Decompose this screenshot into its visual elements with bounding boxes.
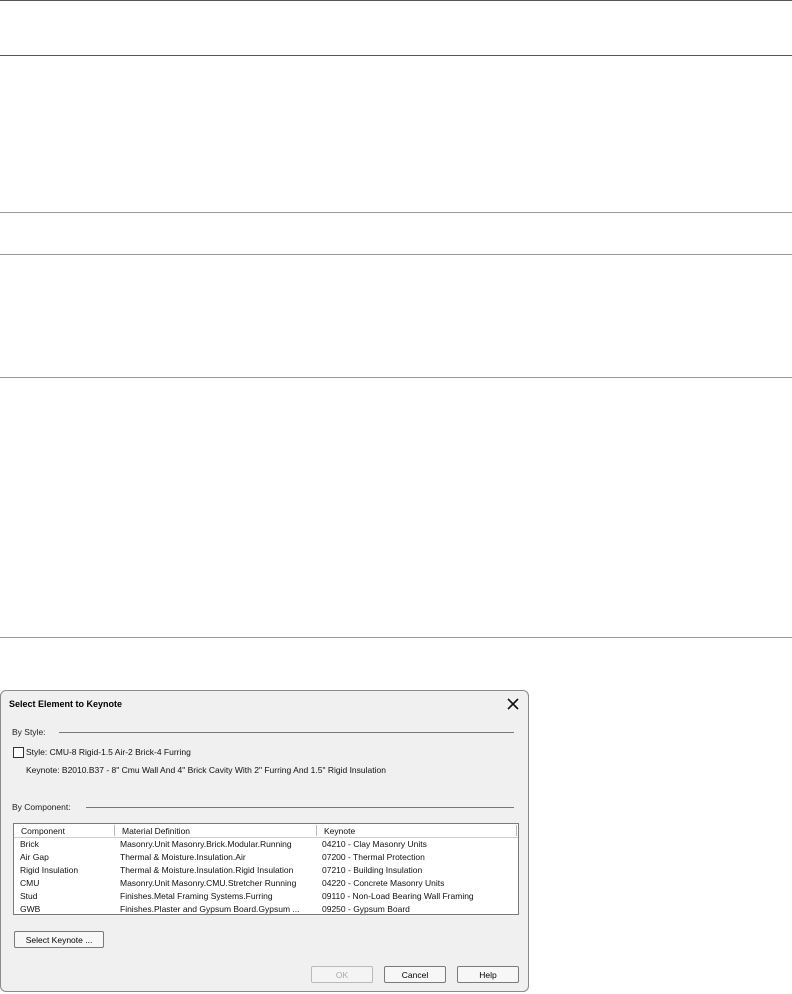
cell-keynote: 04210 - Clay Masonry Units — [322, 839, 427, 849]
cell-component: Stud — [20, 891, 38, 901]
cell-material: Finishes.Metal Framing Systems.Furring — [120, 891, 273, 901]
style-checkbox[interactable] — [13, 747, 24, 758]
close-icon — [507, 698, 519, 710]
cell-material: Thermal & Moisture.Insulation.Rigid Insu… — [120, 865, 294, 875]
cancel-button[interactable]: Cancel — [384, 966, 446, 983]
cell-component: Rigid Insulation — [20, 865, 79, 875]
divider-line — [0, 254, 792, 255]
cell-material: Masonry.Unit Masonry.Brick.Modular.Runni… — [120, 839, 292, 849]
column-separator[interactable] — [516, 825, 517, 836]
cell-component: GWB — [20, 904, 41, 914]
cell-component: Air Gap — [20, 852, 49, 862]
by-component-rule — [86, 807, 514, 808]
column-header-keynote[interactable]: Keynote — [324, 826, 355, 836]
cell-component: CMU — [20, 878, 40, 888]
divider-line — [0, 377, 792, 378]
cell-material: Masonry.Unit Masonry.CMU.Stretcher Runni… — [120, 878, 297, 888]
cell-component: Brick — [20, 839, 39, 849]
select-keynote-button[interactable]: Select Keynote ... — [14, 931, 104, 948]
ok-button[interactable]: OK — [311, 966, 373, 983]
column-separator[interactable] — [114, 825, 115, 836]
divider-line — [0, 55, 792, 56]
table-row[interactable]: Air Gap Thermal & Moisture.Insulation.Ai… — [14, 851, 518, 864]
cell-material: Finishes.Plaster and Gypsum Board.Gypsum… — [120, 904, 300, 914]
divider-line — [0, 0, 792, 1]
close-button[interactable] — [503, 695, 523, 713]
column-header-component[interactable]: Component — [21, 826, 65, 836]
cell-material: Thermal & Moisture.Insulation.Air — [120, 852, 246, 862]
column-separator[interactable] — [316, 825, 317, 836]
divider-line — [0, 637, 792, 638]
table-row[interactable]: CMU Masonry.Unit Masonry.CMU.Stretcher R… — [14, 877, 518, 890]
by-style-label: By Style: — [12, 727, 46, 737]
by-component-label: By Component: — [12, 802, 71, 812]
component-table[interactable]: Component Material Definition Keynote Br… — [13, 823, 519, 915]
cell-keynote: 09250 - Gypsum Board — [322, 904, 410, 914]
cell-keynote: 09110 - Non-Load Bearing Wall Framing — [322, 891, 474, 901]
style-keynote-text: Keynote: B2010.B37 - 8" Cmu Wall And 4" … — [26, 765, 386, 775]
table-row[interactable]: Brick Masonry.Unit Masonry.Brick.Modular… — [14, 838, 518, 851]
cell-keynote: 04220 - Concrete Masonry Units — [322, 878, 445, 888]
divider-line — [0, 212, 792, 213]
cell-keynote: 07210 - Building Insulation — [322, 865, 423, 875]
help-button[interactable]: Help — [457, 966, 519, 983]
table-row[interactable]: Stud Finishes.Metal Framing Systems.Furr… — [14, 890, 518, 903]
select-element-dialog: Select Element to Keynote By Style: Styl… — [0, 690, 529, 992]
table-header: Component Material Definition Keynote — [14, 824, 518, 838]
dialog-title: Select Element to Keynote — [9, 699, 123, 709]
cell-keynote: 07200 - Thermal Protection — [322, 852, 425, 862]
table-row[interactable]: GWB Finishes.Plaster and Gypsum Board.Gy… — [14, 903, 518, 914]
style-checkbox-label[interactable]: Style: CMU-8 Rigid-1.5 Air-2 Brick-4 Fur… — [26, 747, 191, 757]
table-row[interactable]: Rigid Insulation Thermal & Moisture.Insu… — [14, 864, 518, 877]
by-style-rule — [59, 732, 514, 733]
column-header-material[interactable]: Material Definition — [122, 826, 190, 836]
